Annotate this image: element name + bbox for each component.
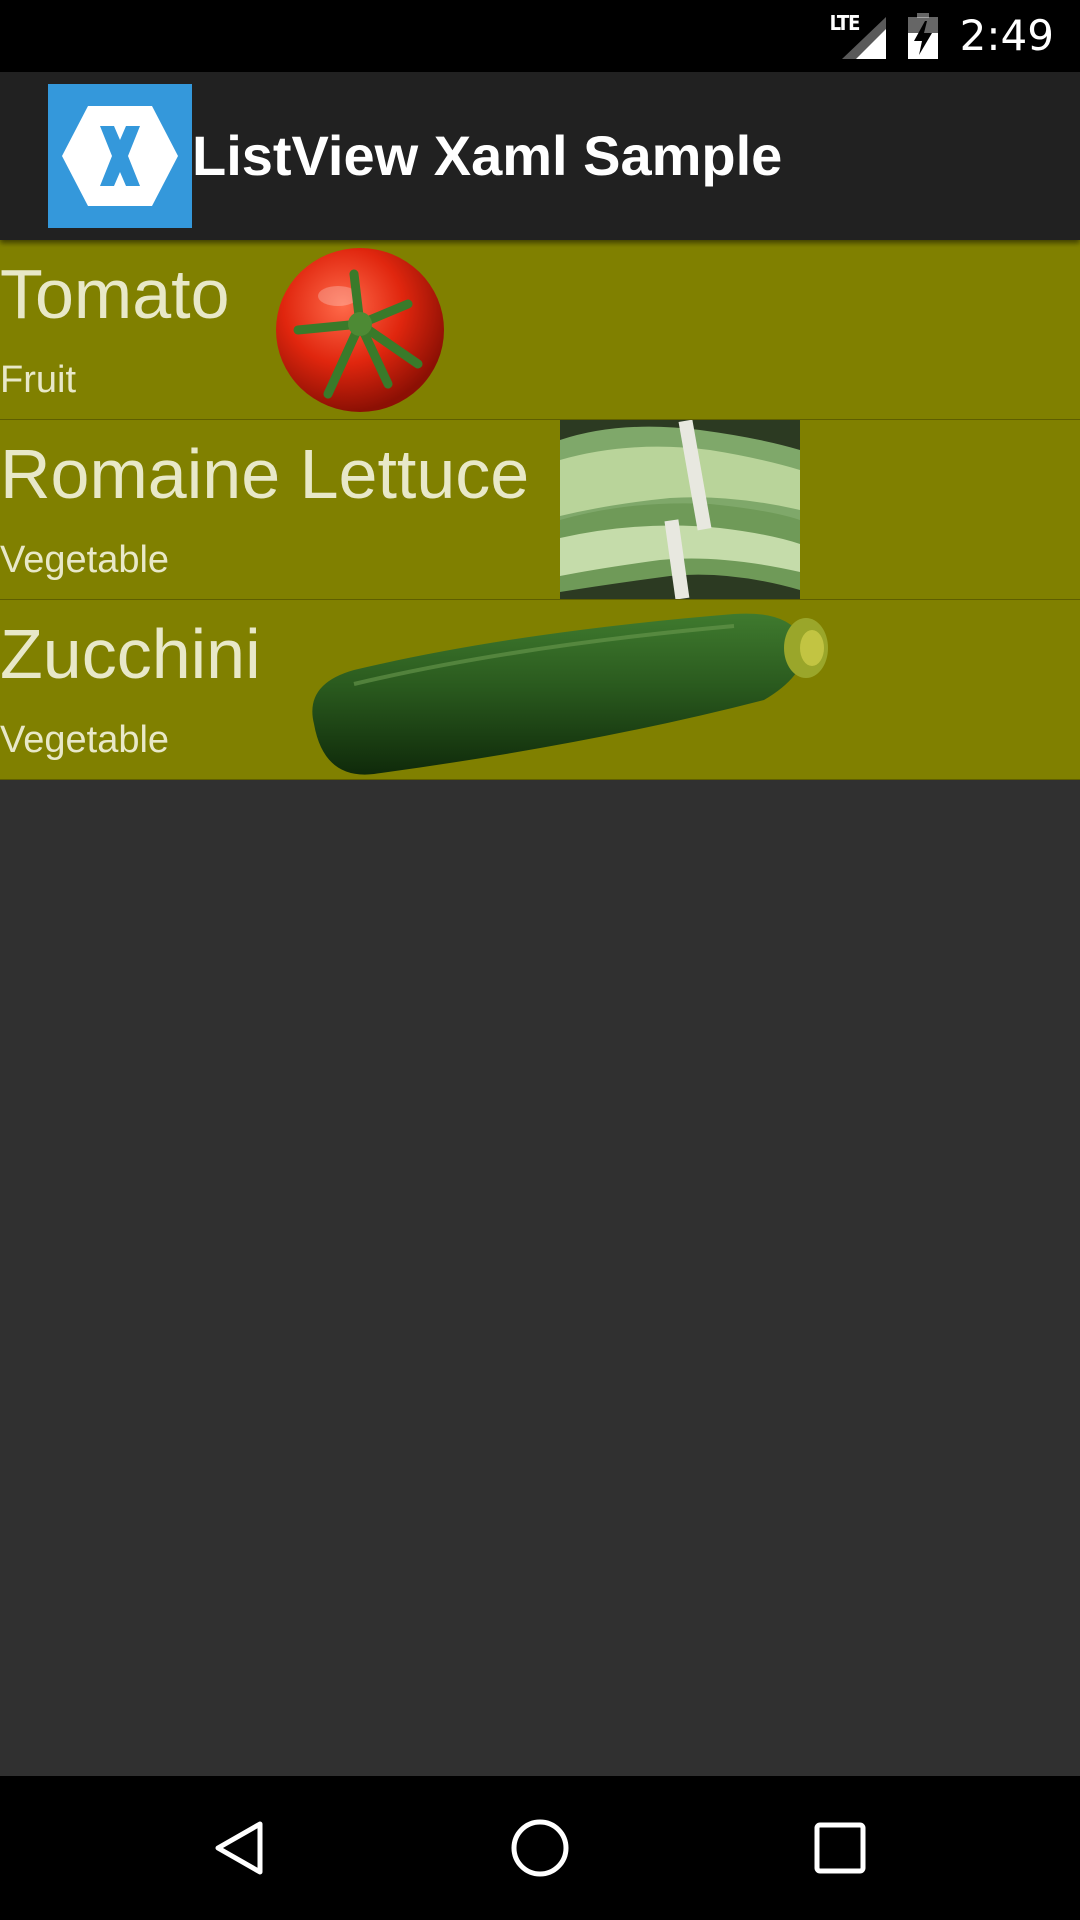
screen: LTE 2:49 ListView Xaml Sample Tomato Fru…: [0, 0, 1080, 1920]
list-item[interactable]: Tomato Fruit: [0, 240, 1080, 420]
romaine-lettuce-image: [560, 420, 800, 599]
page-title: ListView Xaml Sample: [192, 124, 783, 187]
item-name: Zucchini: [0, 615, 261, 693]
action-bar: ListView Xaml Sample: [0, 72, 1080, 240]
status-bar: LTE 2:49: [0, 0, 1080, 72]
item-type: Fruit: [0, 359, 76, 401]
navigation-bar: [0, 1776, 1080, 1920]
item-type: Vegetable: [0, 719, 170, 761]
item-name: Tomato: [0, 255, 230, 333]
xamarin-logo-icon[interactable]: [48, 84, 192, 228]
item-type: Vegetable: [0, 539, 170, 581]
lte-signal-icon: LTE: [830, 13, 886, 59]
zucchini-image: [312, 613, 828, 775]
home-icon[interactable]: [500, 1808, 580, 1888]
clock: 2:49: [959, 11, 1054, 60]
battery-charging-icon: [907, 13, 938, 59]
list-view: Tomato Fruit Romaine Lettuce Vegetable Z…: [0, 240, 1080, 780]
list-item[interactable]: Romaine Lettuce Vegetable: [0, 420, 1080, 600]
back-icon[interactable]: [200, 1808, 280, 1888]
tomato-image: [276, 248, 444, 412]
recents-icon[interactable]: [800, 1808, 880, 1888]
item-name: Romaine Lettuce: [0, 435, 530, 513]
list-item[interactable]: Zucchini Vegetable: [0, 600, 1080, 780]
status-icons: LTE 2:49: [830, 0, 1054, 72]
signal-strength-icon: [841, 17, 886, 59]
